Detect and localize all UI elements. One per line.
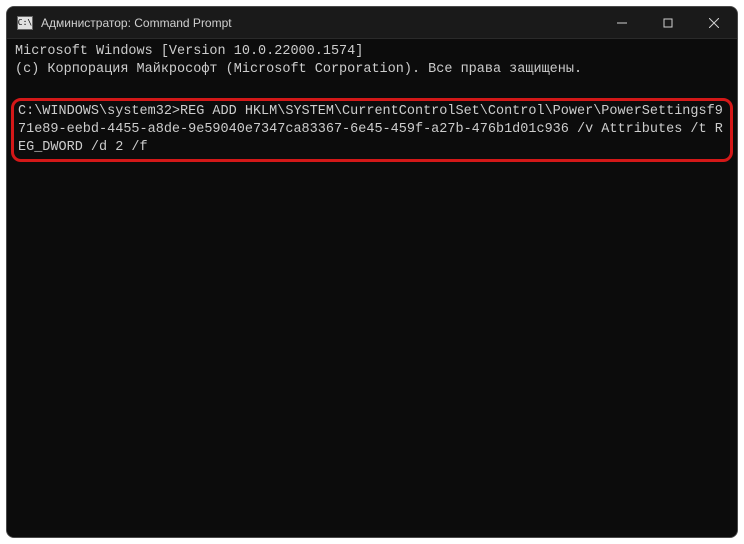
- close-button[interactable]: [691, 7, 737, 38]
- minimize-icon: [617, 18, 627, 28]
- command-prompt-window: C:\ Администратор: Command Prompt Micros…: [6, 6, 738, 538]
- window-controls: [599, 7, 737, 38]
- command-line: C:\WINDOWS\system32>REG ADD HKLM\SYSTEM\…: [18, 103, 726, 158]
- terminal-output-line: Microsoft Windows [Version 10.0.22000.15…: [15, 43, 729, 61]
- minimize-button[interactable]: [599, 7, 645, 38]
- highlighted-command-box: C:\WINDOWS\system32>REG ADD HKLM\SYSTEM\…: [11, 98, 733, 163]
- terminal-output-line: (c) Корпорация Майкрософт (Microsoft Cor…: [15, 61, 729, 79]
- close-icon: [709, 18, 719, 28]
- cmd-icon: C:\: [17, 16, 33, 30]
- maximize-button[interactable]: [645, 7, 691, 38]
- window-title: Администратор: Command Prompt: [41, 16, 599, 30]
- blank-line: [15, 79, 729, 97]
- maximize-icon: [663, 18, 673, 28]
- titlebar[interactable]: C:\ Администратор: Command Prompt: [7, 7, 737, 39]
- terminal-area[interactable]: Microsoft Windows [Version 10.0.22000.15…: [7, 39, 737, 537]
